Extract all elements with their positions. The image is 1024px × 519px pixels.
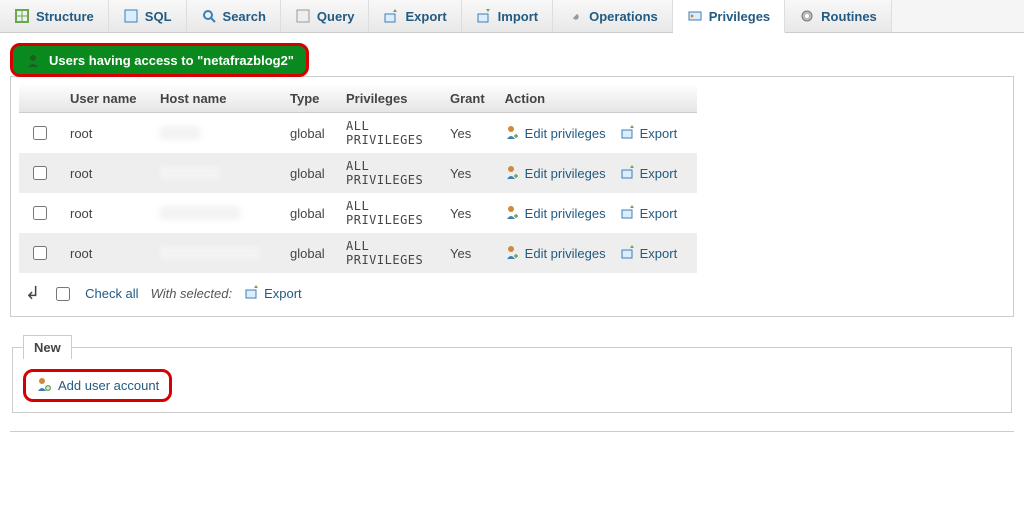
tab-routines[interactable]: Routines (785, 0, 892, 32)
export-icon (620, 124, 636, 143)
users-icon (25, 52, 41, 68)
edit-privileges-link[interactable]: Edit privileges (525, 206, 606, 221)
tab-query[interactable]: Query (281, 0, 370, 32)
cell-host (150, 233, 280, 273)
cell-type: global (280, 153, 336, 193)
row-checkbox[interactable] (33, 126, 47, 140)
cell-type: global (280, 193, 336, 233)
tab-bar: Structure SQL Search Query Export Import… (0, 0, 1024, 33)
user-edit-icon (505, 164, 521, 183)
privileges-table: User name Host name Type Privileges Gran… (19, 85, 697, 273)
new-legend: New (23, 335, 72, 359)
tab-label: Import (498, 9, 538, 24)
row-checkbox[interactable] (33, 246, 47, 260)
cell-priv: ALL PRIVILEGES (336, 153, 440, 193)
tab-label: Query (317, 9, 355, 24)
search-icon (201, 8, 217, 24)
cell-user: root (60, 153, 150, 193)
row-export-link[interactable]: Export (640, 166, 678, 181)
tab-sql[interactable]: SQL (109, 0, 187, 32)
tab-operations[interactable]: Operations (553, 0, 673, 32)
cell-type: global (280, 233, 336, 273)
import-icon (476, 8, 492, 24)
row-export-link[interactable]: Export (640, 206, 678, 221)
section-title: Users having access to "netafrazblog2" (49, 53, 294, 68)
export-icon (620, 204, 636, 223)
cell-priv: ALL PRIVILEGES (336, 233, 440, 273)
cell-priv: ALL PRIVILEGES (336, 193, 440, 233)
col-grant: Grant (440, 85, 495, 113)
table-row: root globalALL PRIVILEGESYes Edit privileg… (19, 113, 697, 154)
col-type: Type (280, 85, 336, 113)
add-user-account-link[interactable]: Add user account (23, 369, 172, 402)
col-user: User name (60, 85, 150, 113)
cell-grant: Yes (440, 193, 495, 233)
tab-export[interactable]: Export (369, 0, 461, 32)
user-edit-icon (505, 244, 521, 263)
new-user-section: New Add user account (12, 335, 1012, 413)
routines-icon (799, 8, 815, 24)
col-action: Action (495, 85, 698, 113)
user-add-icon (36, 376, 52, 395)
row-export-link[interactable]: Export (640, 126, 678, 141)
export-icon (620, 164, 636, 183)
export-icon (244, 284, 260, 303)
edit-privileges-link[interactable]: Edit privileges (525, 246, 606, 261)
sql-icon (123, 8, 139, 24)
table-row: root globalALL PRIVILEGESYes Edit privileg… (19, 193, 697, 233)
tab-label: SQL (145, 9, 172, 24)
add-user-label: Add user account (58, 378, 159, 393)
cell-host (150, 153, 280, 193)
privileges-icon (687, 8, 703, 24)
edit-privileges-link[interactable]: Edit privileges (525, 126, 606, 141)
cell-priv: ALL PRIVILEGES (336, 113, 440, 154)
tab-label: Operations (589, 9, 658, 24)
tab-import[interactable]: Import (462, 0, 553, 32)
check-all-link[interactable]: Check all (85, 286, 138, 301)
cell-user: root (60, 113, 150, 154)
user-edit-icon (505, 124, 521, 143)
col-host: Host name (150, 85, 280, 113)
cell-grant: Yes (440, 153, 495, 193)
export-icon (620, 244, 636, 263)
cell-user: root (60, 233, 150, 273)
check-all-checkbox[interactable] (56, 287, 70, 301)
cell-grant: Yes (440, 233, 495, 273)
cell-grant: Yes (440, 113, 495, 154)
cell-host (150, 193, 280, 233)
row-export-link[interactable]: Export (640, 246, 678, 261)
query-icon (295, 8, 311, 24)
tab-label: Routines (821, 9, 877, 24)
export-icon (383, 8, 399, 24)
user-edit-icon (505, 204, 521, 223)
bulk-export-link[interactable]: Export (264, 286, 302, 301)
tab-structure[interactable]: Structure (0, 0, 109, 32)
tab-label: Export (405, 9, 446, 24)
bulk-action-bar: ↳ Check all With selected: Export (19, 273, 1005, 308)
tab-privileges[interactable]: Privileges (673, 0, 785, 33)
cell-type: global (280, 113, 336, 154)
cell-user: root (60, 193, 150, 233)
col-priv: Privileges (336, 85, 440, 113)
with-selected-label: With selected: (151, 286, 233, 301)
table-row: root globalALL PRIVILEGESYes Edit privileg… (19, 153, 697, 193)
tab-search[interactable]: Search (187, 0, 281, 32)
table-row: root globalALL PRIVILEGESYes Edit privileg… (19, 233, 697, 273)
tab-label: Privileges (709, 9, 770, 24)
edit-privileges-link[interactable]: Edit privileges (525, 166, 606, 181)
row-checkbox[interactable] (33, 166, 47, 180)
section-title-box: Users having access to "netafrazblog2" (10, 43, 309, 77)
tab-label: Search (223, 9, 266, 24)
row-checkbox[interactable] (33, 206, 47, 220)
tab-label: Structure (36, 9, 94, 24)
checkall-arrow-icon: ↳ (25, 283, 40, 304)
divider (10, 431, 1014, 432)
wrench-icon (567, 8, 583, 24)
cell-host (150, 113, 280, 154)
structure-icon (14, 8, 30, 24)
